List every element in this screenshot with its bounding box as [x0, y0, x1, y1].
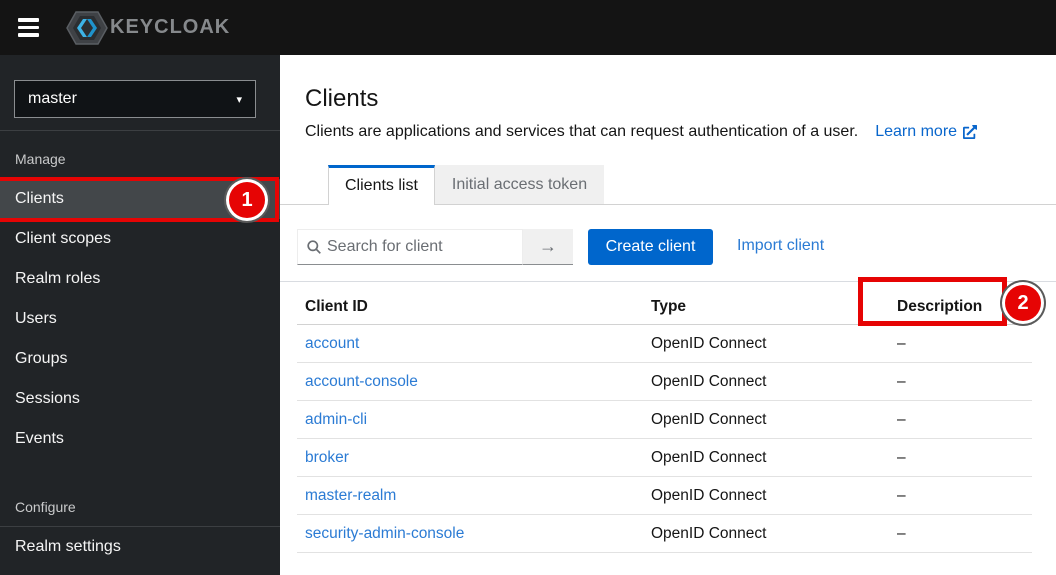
client-type: OpenID Connect — [643, 525, 889, 543]
column-header-type: Type — [643, 298, 889, 316]
table-row: account OpenID Connect – — [297, 325, 1032, 363]
arrow-right-icon: → — [539, 236, 557, 256]
client-type: OpenID Connect — [643, 373, 889, 391]
client-id-link[interactable]: broker — [305, 449, 349, 466]
tabbar: Clients list Initial access token — [328, 165, 604, 205]
keycloak-admin-console: KEYCLOAK master ▾ Manage Clients Client … — [0, 0, 1056, 575]
table-row: admin-cli OpenID Connect – — [297, 401, 1032, 439]
sidebar-item-sessions[interactable]: Sessions — [0, 379, 280, 419]
keycloak-logo: KEYCLOAK — [66, 10, 230, 46]
main-content: Clients Clients are applications and ser… — [280, 55, 1056, 575]
client-description: – — [889, 411, 1032, 429]
client-description: – — [889, 525, 1032, 543]
page-description-row: Clients are applications and services th… — [305, 123, 977, 141]
table-row: security-admin-console OpenID Connect – — [297, 515, 1032, 553]
nav-list-configure: Realm settings — [0, 527, 280, 567]
sidebar-item-clients[interactable]: Clients — [0, 179, 280, 219]
learn-more-label: Learn more — [875, 123, 957, 141]
client-description: – — [889, 373, 1032, 391]
column-header-client-id: Client ID — [297, 298, 643, 316]
client-id-link[interactable]: master-realm — [305, 487, 396, 504]
sidebar-item-users[interactable]: Users — [0, 299, 280, 339]
column-header-description: Description — [889, 298, 1032, 316]
table-row: master-realm OpenID Connect – — [297, 477, 1032, 515]
client-description: – — [889, 487, 1032, 505]
client-description: – — [889, 449, 1032, 467]
client-type: OpenID Connect — [643, 487, 889, 505]
tab-clients-list[interactable]: Clients list — [328, 165, 435, 205]
client-type: OpenID Connect — [643, 335, 889, 353]
client-type: OpenID Connect — [643, 449, 889, 467]
page-title: Clients — [305, 85, 378, 113]
search-field-group — [297, 229, 523, 265]
client-description: – — [889, 335, 1032, 353]
caret-down-icon: ▾ — [236, 93, 242, 106]
external-link-icon — [963, 125, 977, 139]
realm-selector-value: master — [28, 90, 77, 108]
table-header-row: Client ID Type Description — [297, 290, 1032, 325]
nav-section-label-manage: Manage — [15, 151, 280, 171]
sidebar-nav: master ▾ Manage Clients Client scopes Re… — [0, 55, 280, 575]
sidebar-item-realm-settings[interactable]: Realm settings — [0, 527, 280, 567]
client-id-link[interactable]: admin-cli — [305, 411, 367, 428]
search-input[interactable] — [297, 229, 523, 265]
realm-selector-section: master ▾ — [0, 55, 280, 131]
clients-table: Client ID Type Description account OpenI… — [297, 290, 1032, 553]
tab-initial-access-token[interactable]: Initial access token — [435, 165, 604, 205]
hamburger-icon — [18, 18, 39, 22]
nav-section-label-configure: Configure — [15, 499, 280, 519]
client-id-link[interactable]: account-console — [305, 373, 418, 390]
client-id-link[interactable]: security-admin-console — [305, 525, 464, 542]
masthead: KEYCLOAK — [0, 0, 1056, 55]
table-row: account-console OpenID Connect – — [297, 363, 1032, 401]
search-submit-button[interactable]: → — [523, 229, 573, 265]
client-type: OpenID Connect — [643, 411, 889, 429]
hamburger-icon — [18, 33, 39, 37]
hamburger-icon — [18, 26, 39, 30]
learn-more-link[interactable]: Learn more — [875, 123, 977, 141]
client-id-link[interactable]: account — [305, 335, 359, 352]
import-client-link[interactable]: Import client — [737, 237, 824, 255]
realm-selector-dropdown[interactable]: master ▾ — [14, 80, 256, 118]
page-description: Clients are applications and services th… — [305, 123, 858, 141]
sidebar-item-events[interactable]: Events — [0, 419, 280, 459]
toolbar-divider — [280, 281, 1056, 282]
brand-text: KEYCLOAK — [110, 16, 230, 39]
sidebar-item-realm-roles[interactable]: Realm roles — [0, 259, 280, 299]
nav-toggle-button[interactable] — [8, 8, 52, 48]
table-row: broker OpenID Connect – — [297, 439, 1032, 477]
sidebar-item-client-scopes[interactable]: Client scopes — [0, 219, 280, 259]
create-client-button[interactable]: Create client — [588, 229, 713, 265]
keycloak-hexagon-icon — [66, 10, 108, 46]
nav-list-manage: Clients Client scopes Realm roles Users … — [0, 179, 280, 459]
sidebar-item-groups[interactable]: Groups — [0, 339, 280, 379]
